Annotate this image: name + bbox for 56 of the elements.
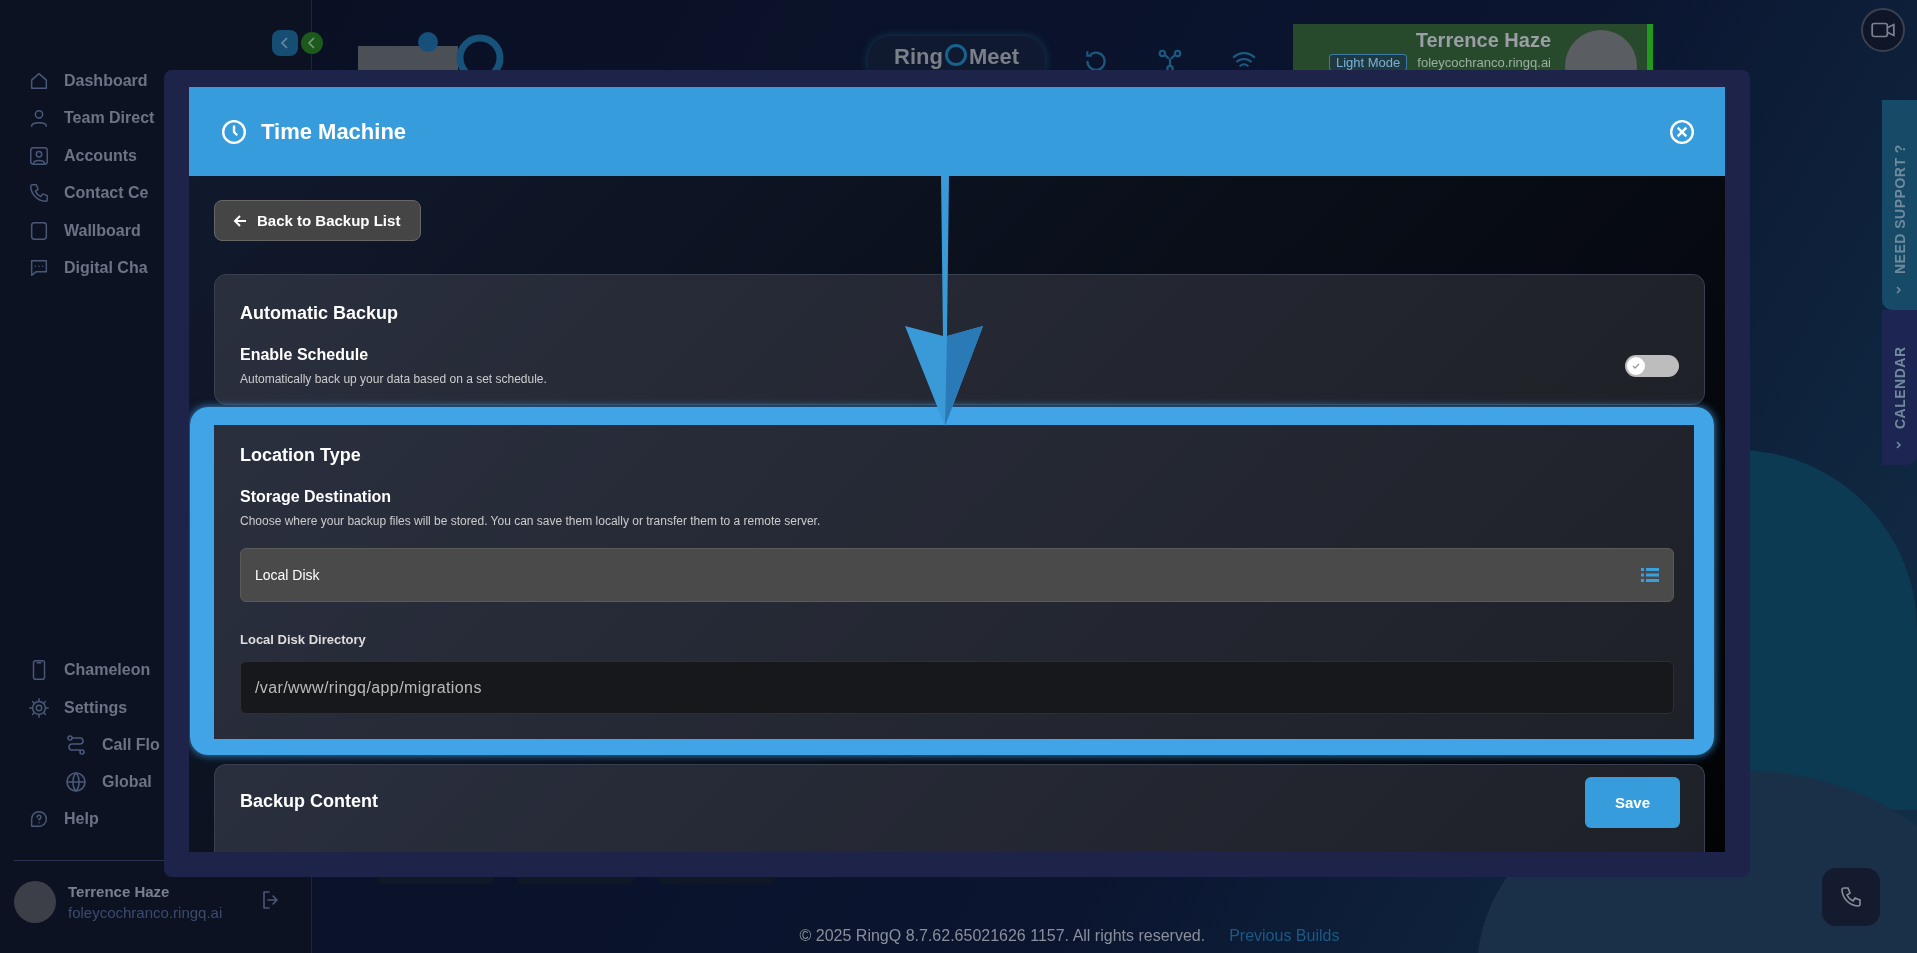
- phone-icon: [1839, 885, 1863, 909]
- user-name: Terrence Haze: [68, 883, 171, 900]
- avatar: [14, 881, 56, 923]
- storage-select[interactable]: Local Disk: [240, 548, 1674, 602]
- user-domain: foleycochranco.ringq.ai: [68, 904, 223, 921]
- arrow-left-icon: [233, 213, 247, 228]
- field-label: Local Disk Directory: [240, 632, 367, 647]
- field-label: Enable Schedule: [240, 346, 370, 364]
- phone-icon: [28, 182, 50, 205]
- mode-badge[interactable]: Light Mode: [1329, 54, 1408, 70]
- gear-icon: [28, 696, 50, 719]
- schedule-toggle[interactable]: [1625, 355, 1679, 377]
- side-tab[interactable]: NEED SUPPORT ?: [1882, 100, 1917, 310]
- clock-icon: [221, 118, 247, 145]
- profile-domain: foleycochranco.ringq.ai: [1417, 55, 1551, 70]
- sidebar-item[interactable]: Call Flo: [0, 726, 164, 764]
- field-label: Storage Destination: [240, 488, 393, 506]
- sidebar-item[interactable]: Global: [0, 763, 156, 801]
- globe-icon: [64, 770, 88, 794]
- chevron-left-icon: [306, 37, 318, 49]
- profile-name: Terrence Haze: [1414, 28, 1551, 52]
- sidebar-item[interactable]: Dashboard: [0, 62, 152, 100]
- save-button[interactable]: Save: [1585, 777, 1680, 828]
- user-icon: [28, 107, 50, 130]
- field-description: Automatically back up your data based on a set schedule.: [240, 372, 547, 386]
- back-button[interactable]: Back to Backup List: [214, 200, 422, 241]
- modal-title: Time Machine: [261, 118, 407, 145]
- list-icon: [1641, 567, 1659, 583]
- square-icon: [28, 219, 50, 242]
- phone-button[interactable]: [1822, 868, 1880, 926]
- section-title: Automatic Backup: [240, 303, 399, 324]
- video-call-button[interactable]: [1861, 8, 1905, 52]
- chevron-left-icon: [279, 37, 291, 49]
- sidebar-item[interactable]: Accounts: [0, 137, 141, 175]
- side-tab[interactable]: CALENDAR: [1882, 310, 1917, 465]
- sidebar-item[interactable]: Wallboard: [0, 212, 145, 250]
- sidebar-item[interactable]: Help: [0, 800, 103, 838]
- sidebar-item[interactable]: Digital Cha: [0, 249, 152, 287]
- collapse-button[interactable]: [301, 32, 323, 54]
- profile-card[interactable]: Terrence Haze Light Mode foleycochranco.ringq.ai: [1293, 24, 1653, 70]
- section-title: Backup Content: [240, 791, 378, 812]
- close-icon[interactable]: [1669, 118, 1695, 145]
- section-title: Location Type: [240, 445, 361, 466]
- sidebar-item[interactable]: Contact Ce: [0, 174, 153, 212]
- directory-input[interactable]: /var/www/ringq/app/migrations: [240, 661, 1674, 714]
- field-description: Choose where your backup files will be stored. You can save them locally or transfer them to a remote server.: [240, 514, 822, 528]
- card-icon: [28, 144, 50, 167]
- check-icon: [1631, 361, 1641, 371]
- sidebar-item[interactable]: Chameleon: [0, 651, 155, 689]
- sidebar-item[interactable]: Team Direct: [0, 99, 159, 137]
- copyright-text: © 2025 RingQ 8.7.62.65021626 1157. All rights reserved.: [799, 927, 1206, 945]
- flow-icon: [64, 733, 88, 757]
- previous-builds-link[interactable]: Previous Builds: [1229, 927, 1340, 945]
- collapse-button[interactable]: [272, 30, 298, 56]
- meet-button[interactable]: Ring Meet: [868, 36, 1045, 70]
- sidebar-item[interactable]: Settings: [0, 689, 132, 727]
